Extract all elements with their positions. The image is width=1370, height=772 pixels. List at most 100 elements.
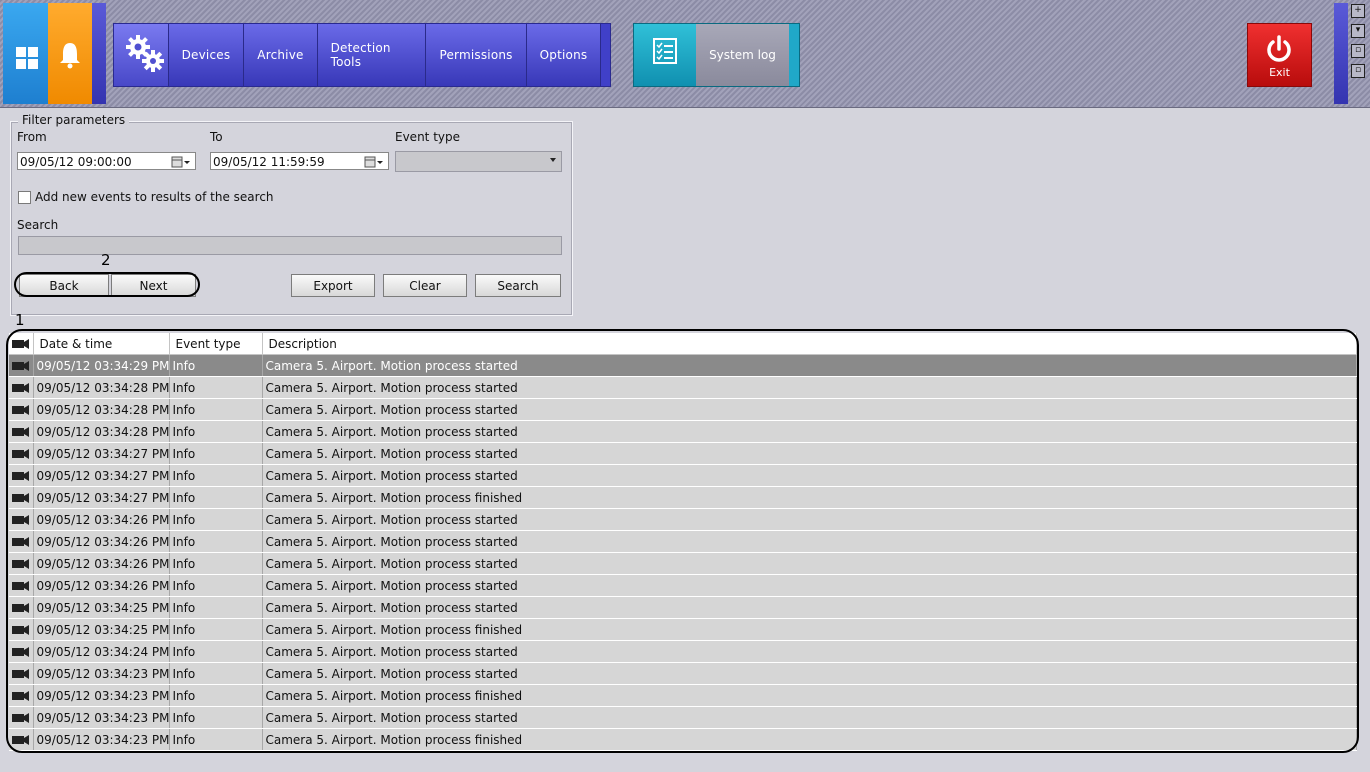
column-header-event-type[interactable]: Event type [169, 333, 263, 355]
table-row[interactable]: 09/05/12 03:34:27 PM Info Camera 5. Airpor… [9, 442, 1357, 465]
event-table-container: Date & time Event type Description 09/05… [9, 333, 1357, 751]
cell-event-type: Info [169, 464, 263, 487]
menu-end-cap [601, 24, 610, 86]
checklist-icon [653, 38, 677, 64]
add-new-events-checkbox[interactable] [18, 191, 31, 204]
calendar-dropdown-icon[interactable] [171, 156, 191, 168]
table-row[interactable]: 09/05/12 03:34:26 PM Info Camera 5. Airpor… [9, 508, 1357, 531]
table-row[interactable]: 09/05/12 03:34:26 PM Info Camera 5. Airpor… [9, 552, 1357, 575]
cell-description: Camera 5. Airport. Motion process starte… [262, 376, 1357, 399]
menu-archive[interactable]: Archive [244, 24, 318, 86]
table-row[interactable]: 09/05/12 03:34:25 PM Info Camera 5. Airpor… [9, 596, 1357, 619]
cell-description: Camera 5. Airport. Motion process starte… [262, 574, 1357, 597]
from-date-field[interactable]: 09/05/12 09:00:00 [17, 152, 196, 170]
search-button[interactable]: Search [475, 274, 561, 297]
row-camera-cell [9, 706, 34, 729]
table-row[interactable]: 09/05/12 03:34:24 PM Info Camera 5. Airpor… [9, 640, 1357, 663]
row-camera-cell [9, 640, 34, 663]
screen-icon[interactable]: ▫ [1351, 64, 1365, 78]
window-controls: + ▾ ▫ ▫ [1350, 3, 1366, 84]
table-row[interactable]: 09/05/12 03:34:26 PM Info Camera 5. Airpor… [9, 574, 1357, 597]
alerts-tile[interactable] [48, 3, 92, 104]
row-camera-cell [9, 596, 34, 619]
calendar-dropdown-icon[interactable] [364, 156, 384, 168]
table-row[interactable]: 09/05/12 03:34:29 PM Info Camera 5. Airpor… [9, 354, 1357, 377]
bell-icon [60, 43, 80, 69]
camera-icon [11, 559, 29, 569]
cell-event-type: Info [169, 442, 263, 465]
row-camera-cell [9, 552, 34, 575]
cell-event-type: Info [169, 618, 263, 641]
camera-icon [11, 647, 29, 657]
cell-datetime: 09/05/12 03:34:25 PM [33, 618, 170, 641]
to-date-field[interactable]: 09/05/12 11:59:59 [210, 152, 389, 170]
cell-description: Camera 5. Airport. Motion process finish… [262, 684, 1357, 707]
row-camera-cell [9, 464, 34, 487]
cell-event-type: Info [169, 486, 263, 509]
row-camera-cell [9, 574, 34, 597]
column-header-datetime[interactable]: Date & time [33, 333, 170, 355]
windows-icon [16, 47, 38, 69]
table-row[interactable]: 09/05/12 03:34:28 PM Info Camera 5. Airpor… [9, 398, 1357, 421]
menu-devices[interactable]: Devices [169, 24, 245, 86]
menu-options[interactable]: Options [527, 24, 602, 86]
search-label: Search [17, 218, 59, 232]
camera-column-header[interactable] [9, 333, 34, 355]
camera-icon [11, 537, 29, 547]
camera-icon [11, 405, 29, 415]
column-header-description[interactable]: Description [262, 333, 1357, 355]
table-row[interactable]: 09/05/12 03:34:27 PM Info Camera 5. Airpor… [9, 486, 1357, 509]
system-log-end-cap [789, 24, 799, 86]
cell-event-type: Info [169, 552, 263, 575]
table-row[interactable]: 09/05/12 03:34:23 PM Info Camera 5. Airpor… [9, 684, 1357, 707]
cell-description: Camera 5. Airport. Motion process starte… [262, 508, 1357, 531]
from-date-value: 09/05/12 09:00:00 [20, 155, 132, 169]
cell-datetime: 09/05/12 03:34:23 PM [33, 684, 170, 707]
settings-button[interactable] [114, 24, 169, 86]
cell-event-type: Info [169, 728, 263, 751]
search-input[interactable] [18, 236, 562, 255]
tile-divider [92, 3, 106, 104]
collapse-icon[interactable]: ▾ [1351, 24, 1365, 38]
event-type-select[interactable] [395, 151, 562, 172]
cell-event-type: Info [169, 398, 263, 421]
system-log-tab[interactable]: System log [633, 23, 800, 87]
menu-permissions[interactable]: Permissions [426, 24, 527, 86]
row-camera-cell [9, 662, 34, 685]
table-row[interactable]: 09/05/12 03:34:23 PM Info Camera 5. Airpor… [9, 706, 1357, 729]
cell-description: Camera 5. Airport. Motion process starte… [262, 596, 1357, 619]
right-divider [1334, 3, 1348, 104]
camera-icon [11, 515, 29, 525]
exit-button[interactable]: Exit [1247, 23, 1312, 87]
row-camera-cell [9, 728, 34, 751]
event-type-label: Event type [395, 130, 460, 144]
row-camera-cell [9, 530, 34, 553]
row-camera-cell [9, 354, 34, 377]
cell-description: Camera 5. Airport. Motion process starte… [262, 354, 1357, 377]
export-button[interactable]: Export [291, 274, 375, 297]
table-row[interactable]: 09/05/12 03:34:27 PM Info Camera 5. Airpor… [9, 464, 1357, 487]
system-log-icon-box [634, 24, 696, 86]
menu-detection-tools[interactable]: Detection Tools [318, 24, 427, 86]
cell-datetime: 09/05/12 03:34:23 PM [33, 662, 170, 685]
cell-event-type: Info [169, 420, 263, 443]
windows-tile[interactable] [3, 3, 48, 104]
annotation-marker-1: 1 [15, 311, 25, 329]
clear-button[interactable]: Clear [383, 274, 467, 297]
camera-icon [11, 625, 29, 635]
cell-datetime: 09/05/12 03:34:26 PM [33, 552, 170, 575]
table-row[interactable]: 09/05/12 03:34:28 PM Info Camera 5. Airpor… [9, 420, 1357, 443]
top-toolbar: Devices Archive Detection Tools Permissi… [0, 0, 1370, 108]
table-row[interactable]: 09/05/12 03:34:23 PM Info Camera 5. Airpor… [9, 662, 1357, 685]
cell-description: Camera 5. Airport. Motion process starte… [262, 640, 1357, 663]
table-row[interactable]: 09/05/12 03:34:28 PM Info Camera 5. Airpor… [9, 376, 1357, 399]
table-row[interactable]: 09/05/12 03:34:26 PM Info Camera 5. Airpor… [9, 530, 1357, 553]
row-camera-cell [9, 398, 34, 421]
table-row[interactable]: 09/05/12 03:34:23 PM Info Camera 5. Airpor… [9, 728, 1357, 751]
row-camera-cell [9, 376, 34, 399]
restore-icon[interactable]: ▫ [1351, 44, 1365, 58]
pin-icon[interactable]: + [1351, 4, 1365, 18]
camera-icon [11, 603, 29, 613]
table-row[interactable]: 09/05/12 03:34:25 PM Info Camera 5. Airpor… [9, 618, 1357, 641]
cell-event-type: Info [169, 684, 263, 707]
